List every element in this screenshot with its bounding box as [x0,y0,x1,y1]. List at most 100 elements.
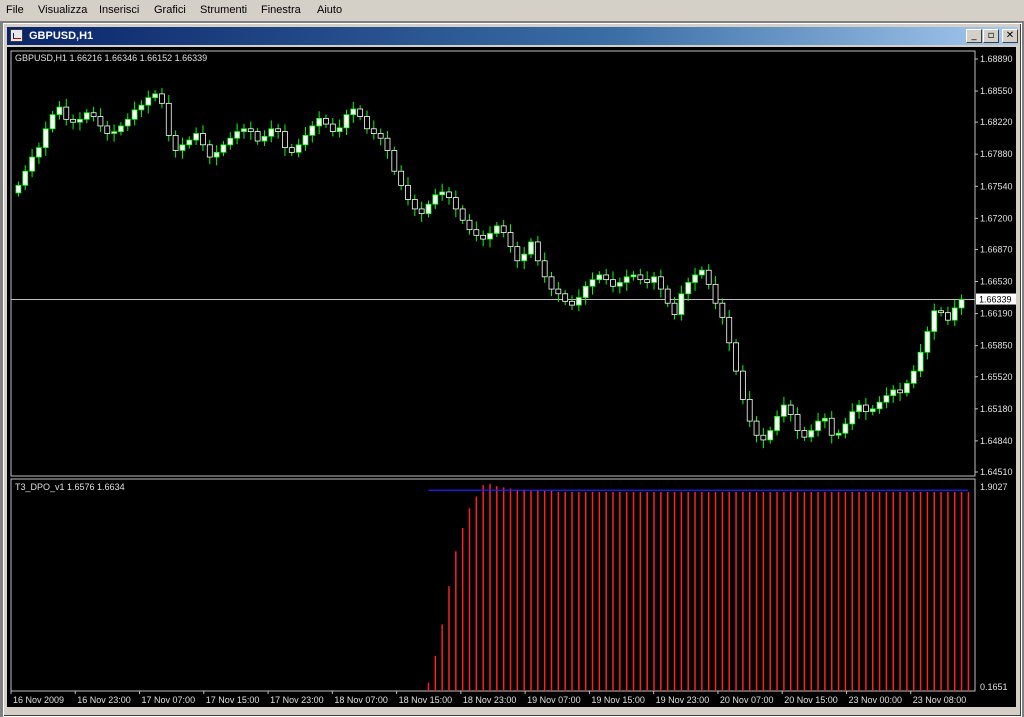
menu-strumenti[interactable]: Strumenti [200,4,247,17]
candle-body [418,208,425,215]
candle-body [589,279,596,287]
candle-body [432,194,439,205]
candle-body [268,128,275,137]
candle-body [179,144,186,151]
candle-body [165,102,172,136]
window-title: GBPUSD,H1 [29,30,94,42]
time-tick-label: 17 Nov 07:00 [142,695,196,705]
candle-body [323,118,329,125]
candle-body [582,285,589,298]
candle-body [528,241,534,255]
restore-button[interactable]: ▫ [983,29,999,43]
candle-body [637,274,644,281]
candle-body [746,398,753,422]
candle-body [808,430,815,438]
candle-body [220,144,227,153]
candle-body [630,274,637,278]
candle-body [945,312,951,321]
indicator-panel-frame [10,478,976,692]
time-tick-label: 16 Nov 23:00 [77,695,131,705]
candle-body [42,128,49,149]
candle-body [384,137,391,151]
time-tick-label: 16 Nov 2009 [13,695,64,705]
candle-body [869,408,876,413]
candle-body [480,234,487,240]
candle-body [569,300,575,306]
menu-grafici[interactable]: Grafici [154,4,186,17]
minimize-button[interactable]: _ [966,29,982,43]
menu-aiuto[interactable]: Aiuto [317,4,342,17]
chart-area[interactable]: 1.68890 1.68550 1.68220 1.67880 1.67540 1.672… [7,47,1016,707]
candle-body [603,274,610,281]
candle-body [439,191,446,196]
candle-body [910,370,917,384]
candle-body [904,382,910,394]
candle-body [247,128,254,133]
indicator-tick-label: 1.9027 [980,482,1008,492]
price-tick-label: 1.66530 [980,277,1013,287]
candle-body [767,430,774,441]
time-tick-label: 18 Nov 15:00 [399,695,453,705]
candle-body [302,134,309,146]
time-tick-label: 23 Nov 08:00 [913,695,967,705]
candle-body [172,134,179,151]
candle-body [213,151,220,158]
candle-body [596,274,603,281]
candle-body [849,411,856,425]
candle-body [760,434,767,441]
indicator-tick-label: 0.1651 [980,682,1008,692]
candle-body [261,135,268,142]
candle-body [521,253,528,262]
menu-finestra[interactable]: Finestra [261,4,301,17]
candle-body [787,404,794,415]
candle-body [336,127,343,133]
candle-body [405,184,411,200]
candle-body [692,274,698,283]
candle-body [49,114,56,130]
menu-inserisci[interactable]: Inserisci [99,4,139,17]
candle-body [575,297,582,306]
candle-body [282,131,288,149]
main-panel-frame [10,50,976,477]
time-tick-label: 19 Nov 15:00 [591,695,645,705]
candle-body [678,293,685,315]
candle-body [145,97,152,106]
candle-body [931,310,938,332]
candle-body [473,229,480,236]
candle-body [234,131,241,139]
candle-body [22,170,29,186]
candle-body [343,114,350,129]
price-tick-label: 1.67880 [980,149,1013,159]
menu-visualizza[interactable]: Visualizza [38,4,87,17]
price-tick-label: 1.66870 [980,244,1013,254]
time-tick-label: 17 Nov 23:00 [270,695,324,705]
candle-body [452,197,459,210]
candle-body [726,316,733,344]
candle-body [712,283,719,304]
candle-body [794,414,801,431]
candle-body [329,123,336,133]
candle-body [890,389,897,397]
price-tick-label: 1.65180 [980,404,1013,414]
candle-body [876,401,883,410]
candle-body [425,203,432,215]
time-tick-label: 19 Nov 23:00 [656,695,710,705]
candle-body [241,128,247,133]
window-titlebar[interactable]: GBPUSD,H1 _ ▫ ✕ [7,27,1018,45]
candle-body [124,118,131,127]
candle-body [883,395,890,403]
candle-body [555,288,562,295]
candle-body [835,432,842,436]
candle-body [377,133,384,139]
candle-body [493,225,500,234]
candle-body [15,184,22,194]
menu-file[interactable]: File [6,4,24,17]
candle-body [534,241,541,262]
candle-body [507,232,514,248]
candle-body [705,269,712,285]
candle-body [391,150,398,172]
chart-svg[interactable]: 1.68890 1.68550 1.68220 1.67880 1.67540 1.672… [7,47,1016,707]
candle-body [958,299,965,309]
candle-body [664,288,671,304]
close-button[interactable]: ✕ [1002,29,1018,43]
